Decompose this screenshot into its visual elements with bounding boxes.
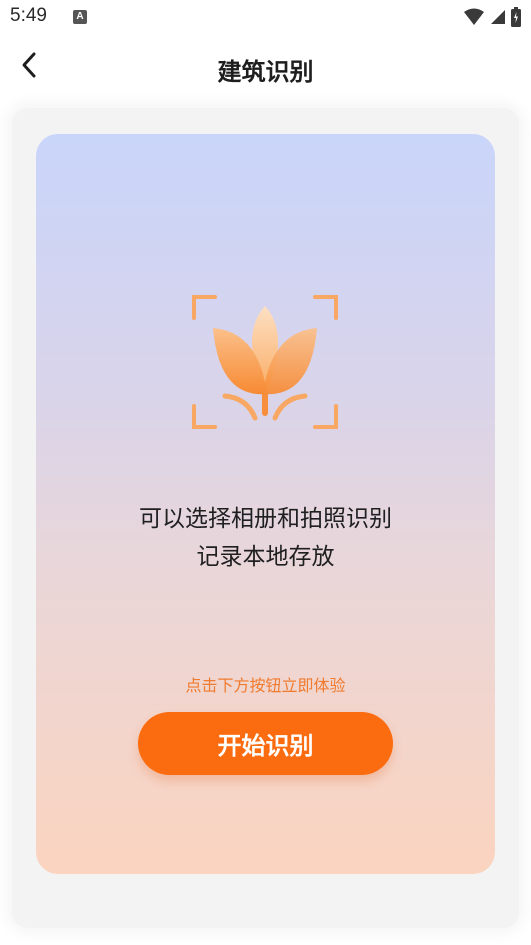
- status-bar: 5:49 A: [0, 0, 531, 34]
- wifi-icon: [463, 8, 485, 30]
- description-line-1: 可以选择相册和拍照识别: [139, 506, 392, 532]
- battery-icon: [511, 7, 521, 31]
- signal-icon: [490, 8, 506, 30]
- flower-scan-icon: [191, 294, 339, 430]
- header: 建筑识别: [0, 34, 531, 100]
- notification-a-icon: A: [73, 10, 87, 24]
- status-time: 5:49: [10, 5, 47, 26]
- start-recognition-button[interactable]: 开始识别: [138, 712, 393, 775]
- hint-text: 点击下方按钮立即体验: [185, 676, 346, 695]
- status-icons: [463, 7, 521, 31]
- page-title: 建筑识别: [217, 58, 314, 86]
- description-line-2: 记录本地存放: [196, 544, 335, 570]
